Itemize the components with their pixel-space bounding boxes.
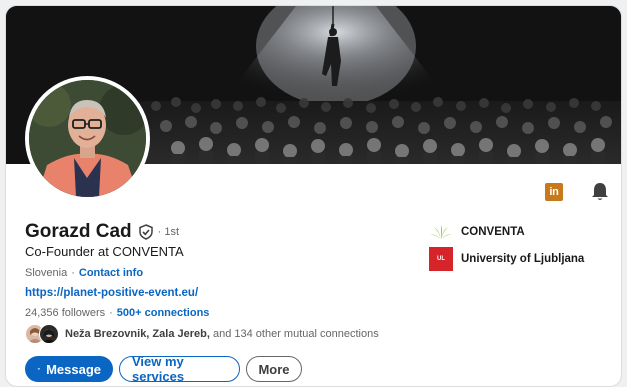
org-name: University of Ljubljana: [461, 253, 585, 265]
location: Slovenia: [25, 267, 68, 279]
message-button[interactable]: Message: [25, 356, 113, 382]
org-current-company[interactable]: CONVENTA: [429, 220, 525, 244]
bell-icon[interactable]: [591, 182, 609, 202]
org-name: CONVENTA: [461, 226, 525, 238]
connection-degree: · 1st: [157, 226, 180, 238]
separator-dot: ·: [71, 267, 75, 279]
profile-headline: Co-Founder at CONVENTA: [25, 244, 184, 259]
send-icon: [37, 367, 40, 371]
action-buttons: Message View my services More: [25, 354, 308, 384]
contact-info-link[interactable]: Contact info: [79, 267, 143, 279]
location-row: Slovenia · Contact info: [25, 267, 143, 279]
website-link[interactable]: https://planet-positive-event.eu/: [25, 287, 198, 299]
connections-link[interactable]: 500+ connections: [117, 307, 210, 319]
conventa-leaf-logo: [429, 220, 453, 244]
message-label: Message: [46, 361, 101, 377]
stats-row: 24,356 followers · 500+ connections: [25, 307, 209, 319]
profile-avatar[interactable]: [25, 76, 150, 201]
verified-shield-icon[interactable]: [138, 224, 154, 240]
mutual-connections[interactable]: Neža Brezovnik, Zala Jereb, and 134 othe…: [25, 322, 379, 346]
mutual-avatars: [25, 323, 63, 345]
view-services-button[interactable]: View my services: [119, 354, 240, 384]
mutual-connections-text: Neža Brezovnik, Zala Jereb, and 134 othe…: [65, 328, 379, 340]
separator-dot: ·: [109, 307, 113, 319]
university-logo: UL: [429, 247, 453, 271]
mutual-names: Neža Brezovnik, Zala Jereb,: [65, 328, 210, 340]
mutual-avatar: [39, 324, 59, 344]
org-education[interactable]: UL University of Ljubljana: [429, 247, 584, 271]
followers-count: 24,356 followers: [25, 307, 106, 319]
profile-name: Gorazd Cad: [25, 221, 132, 242]
mutual-rest: and 134 other mutual connections: [209, 328, 379, 340]
name-row: Gorazd Cad · 1st: [25, 221, 179, 243]
linkedin-badge-icon[interactable]: in: [545, 183, 563, 201]
profile-card: in Gorazd Cad · 1st Co-Founder at CONVEN…: [5, 5, 622, 387]
more-button[interactable]: More: [246, 356, 302, 382]
